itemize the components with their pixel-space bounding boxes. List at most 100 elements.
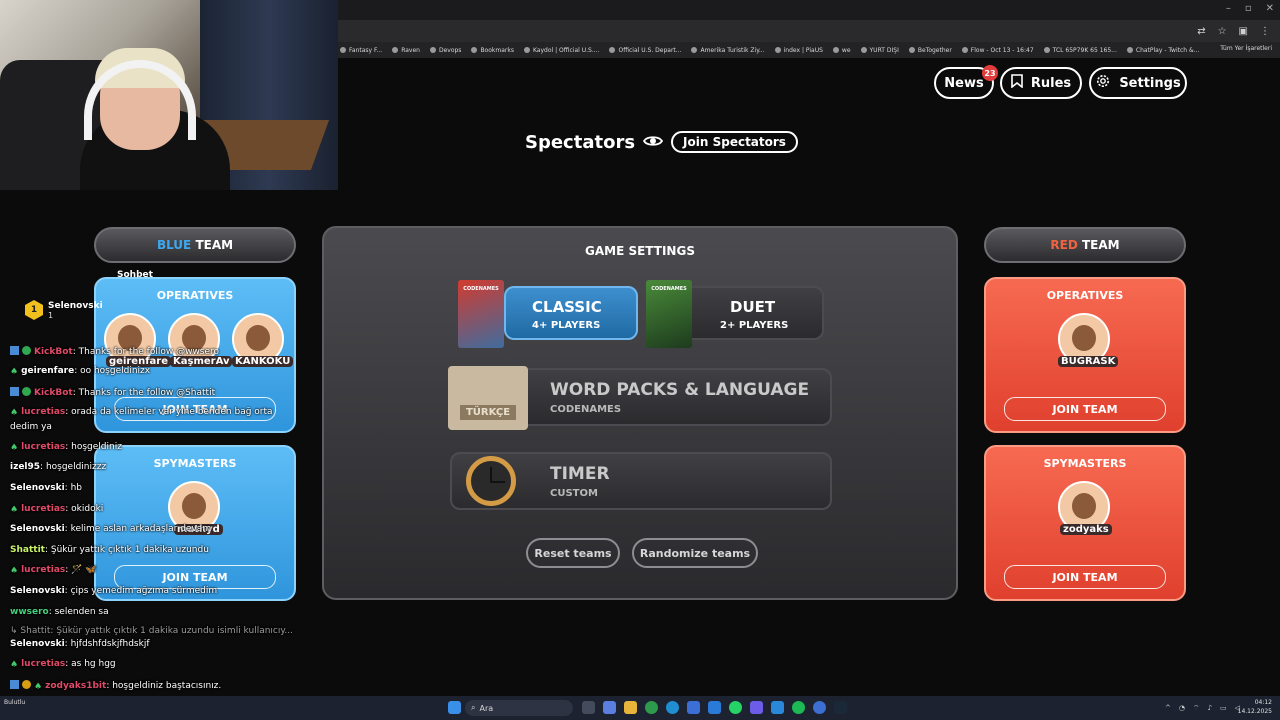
whatsapp-icon[interactable] xyxy=(729,701,742,714)
kick-badge-icon xyxy=(10,387,19,396)
task-view-icon[interactable] xyxy=(582,701,595,714)
bookmark-item[interactable]: Fantasy F... xyxy=(340,47,382,54)
chat-message: ♠ lucretias: orada da kelimeler var yine … xyxy=(10,407,273,418)
chat-message: izel95: hoşgeldinizzz xyxy=(10,462,106,472)
news-button[interactable]: News 23 xyxy=(934,65,998,99)
red-spymasters-join-button[interactable]: JOIN TEAM xyxy=(1004,565,1166,589)
app-icon[interactable] xyxy=(771,701,784,714)
mushroom-icon: ♠ xyxy=(10,505,19,515)
chat-message: KickBot: Thanks for the follow @Shattit xyxy=(10,387,215,398)
mushroom-icon: ♠ xyxy=(10,367,19,377)
clock[interactable]: 04:12 14.12.2025 xyxy=(1238,698,1272,716)
chat-username[interactable]: Selenovski xyxy=(10,639,65,649)
bookmark-item[interactable]: Kaydol | Official U.S.... xyxy=(523,47,599,54)
bookmark-favicon-icon xyxy=(392,47,399,53)
bookmark-item[interactable]: Amerika Turistik Ziy... xyxy=(691,47,765,54)
settings-button[interactable]: Settings xyxy=(1089,67,1187,99)
bookmark-favicon-icon xyxy=(908,47,915,53)
store-icon[interactable] xyxy=(687,701,700,714)
red-operatives-join-button[interactable]: JOIN TEAM xyxy=(1004,397,1166,421)
bookmark-item[interactable]: YURT DIŞI xyxy=(860,47,899,54)
player-name: zodyaks xyxy=(1060,524,1112,535)
bookmark-item[interactable]: TCL 65P79K 65 165... xyxy=(1043,47,1117,54)
chat-username[interactable]: lucretias xyxy=(21,407,65,417)
chat-text: : 🪄 🦋 xyxy=(65,565,97,575)
bookmark-item[interactable]: index | PiaUS xyxy=(774,47,823,54)
timer-button[interactable]: TIMER CUSTOM xyxy=(450,452,832,510)
edge-icon[interactable] xyxy=(666,701,679,714)
mushroom-icon: ♠ xyxy=(34,682,43,692)
classic-mode-button[interactable]: CLASSIC 4+ PLAYERS xyxy=(504,286,638,340)
maximize-icon[interactable]: ▫ xyxy=(1245,3,1252,14)
operatives-title: OPERATIVES xyxy=(1046,289,1124,302)
chat-text: : Thanks for the follow @Shattit xyxy=(72,388,216,398)
file-explorer-icon[interactable] xyxy=(624,701,637,714)
obs-icon[interactable] xyxy=(813,701,826,714)
reset-teams-button[interactable]: Reset teams xyxy=(526,538,620,568)
taskbar-apps xyxy=(448,701,461,714)
chat-username[interactable]: Shattit xyxy=(10,545,45,555)
word-packs-button[interactable]: TÜRKÇE WORD PACKS & LANGUAGE CODENAMES xyxy=(448,366,832,430)
bookmark-item[interactable]: Official U.S. Depart... xyxy=(609,47,681,54)
chat-top-user: 1 Selenovski 1 xyxy=(25,300,103,320)
top-user-name: Selenovski xyxy=(48,300,103,311)
chevron-up-icon[interactable]: ^ xyxy=(1165,704,1171,713)
verified-icon xyxy=(22,346,31,355)
chat-username[interactable]: geirenfare xyxy=(21,366,74,376)
bookmark-favicon-icon xyxy=(429,47,436,53)
randomize-teams-button[interactable]: Randomize teams xyxy=(632,538,758,568)
bookmark-favicon-icon xyxy=(691,47,698,53)
steam-icon[interactable] xyxy=(834,701,847,714)
chat-username[interactable]: wwsero xyxy=(10,607,49,617)
close-icon[interactable]: ✕ xyxy=(1266,3,1274,14)
extensions-icon[interactable]: ▣ xyxy=(1239,26,1248,37)
menu-icon[interactable]: ⋮ xyxy=(1260,26,1270,37)
rules-button[interactable]: Rules xyxy=(1000,67,1082,99)
mushroom-icon: ♠ xyxy=(10,566,19,576)
box-title: CODENAMES xyxy=(463,286,499,292)
chat-username[interactable]: zodyaks1bit xyxy=(45,681,106,691)
bookmark-icon xyxy=(1011,74,1023,92)
taskbar-pinned-apps xyxy=(582,701,847,714)
mail-icon[interactable] xyxy=(708,701,721,714)
network-icon[interactable]: ◔ xyxy=(1179,704,1185,713)
wifi-icon[interactable]: ⌔ xyxy=(1193,704,1200,713)
join-spectators-button[interactable]: Join Spectators xyxy=(671,131,798,153)
team-word: TEAM xyxy=(1081,238,1120,252)
chat-username[interactable]: izel95 xyxy=(10,462,40,472)
chat-message: ♠ lucretias: as hg hgg xyxy=(10,659,116,670)
chat-username[interactable]: lucretias xyxy=(21,442,65,452)
microphone-icon[interactable]: ♪ xyxy=(1208,704,1212,713)
chat-username[interactable]: Selenovski xyxy=(10,483,65,493)
discord-icon[interactable] xyxy=(750,701,763,714)
bookmark-item[interactable]: Devops xyxy=(429,47,461,54)
all-bookmarks[interactable]: Tüm Yer İşaretleri xyxy=(1220,45,1272,52)
copilot-icon[interactable] xyxy=(603,701,616,714)
chat-username[interactable]: KickBot xyxy=(34,347,73,357)
bookmark-item[interactable]: we xyxy=(832,47,851,54)
bookmark-item[interactable]: Bookmarks xyxy=(471,47,514,54)
spectators-title: Spectators xyxy=(525,131,636,153)
chat-username[interactable]: Selenovski xyxy=(10,524,65,534)
bookmark-item[interactable]: Raven xyxy=(392,47,420,54)
bookmark-item[interactable]: Flow - Oct 13 - 16:47 xyxy=(961,47,1034,54)
bookmark-favicon-icon xyxy=(860,47,867,53)
windows-start-icon[interactable] xyxy=(448,701,461,714)
chat-username[interactable]: lucretias xyxy=(21,504,65,514)
bookmark-label: Official U.S. Depart... xyxy=(618,46,682,54)
taskbar-search[interactable]: ⌕ Ara xyxy=(465,700,573,716)
bookmark-item[interactable]: BeTogether xyxy=(908,47,952,54)
chat-username[interactable]: Selenovski xyxy=(10,586,65,596)
spotify-icon[interactable] xyxy=(792,701,805,714)
battery-icon[interactable]: ▭ xyxy=(1220,704,1227,713)
translate-icon[interactable]: ⇄ xyxy=(1197,26,1205,37)
minimize-icon[interactable]: – xyxy=(1226,3,1231,14)
chat-username[interactable]: lucretias xyxy=(21,659,65,669)
bookmark-label: ChatPlay - Twitch &... xyxy=(1135,46,1200,54)
chrome-icon[interactable] xyxy=(645,701,658,714)
star-icon[interactable]: ☆ xyxy=(1218,26,1227,37)
bookmark-item[interactable]: ChatPlay - Twitch &... xyxy=(1126,46,1200,54)
chat-username[interactable]: KickBot xyxy=(34,388,73,398)
chat-username[interactable]: lucretias xyxy=(21,565,65,575)
chat-message: ♠ lucretias: hoşgeldiniz xyxy=(10,442,122,453)
